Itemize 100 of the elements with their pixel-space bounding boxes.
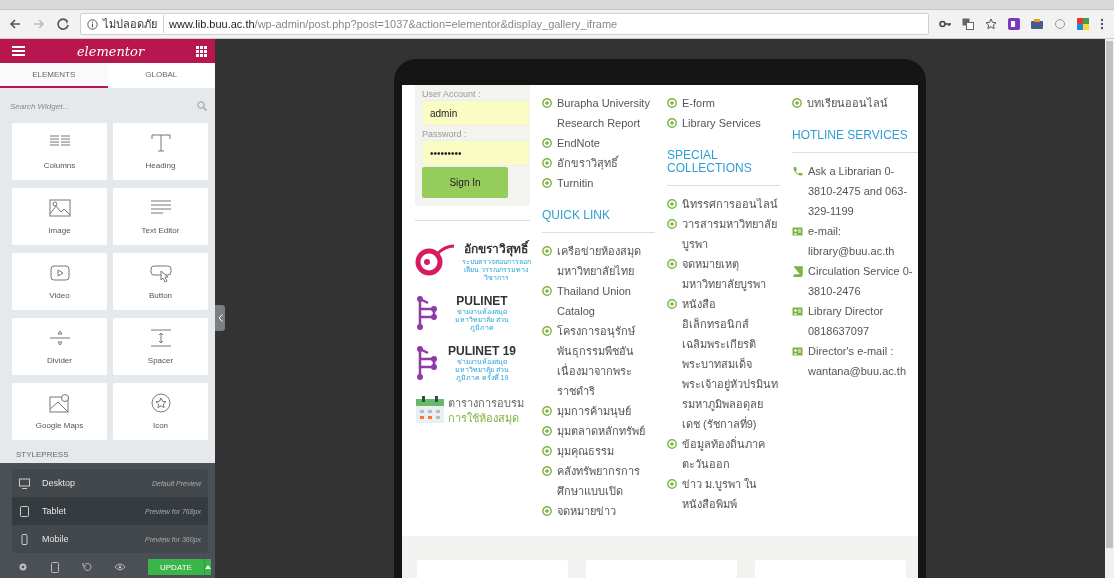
bullet-icon xyxy=(667,299,677,309)
device-label: Mobile xyxy=(42,534,70,544)
bullet-icon xyxy=(542,246,552,256)
menu-icon[interactable] xyxy=(12,46,25,56)
search-field[interactable]: Search Widget... xyxy=(10,101,197,111)
bullet-icon xyxy=(542,506,552,516)
panel-tab[interactable]: ELEMENTS xyxy=(0,63,108,88)
divider-icon xyxy=(48,328,71,348)
bullet-icon xyxy=(667,259,677,269)
link[interactable]: เครือข่ายห้องสมุดมหาวิทยาลัยไทย xyxy=(557,241,655,281)
link[interactable]: หนังสืออิเล็กทรอนิกส์เฉลิมพระเกียรติพระบาทสมเด็จพระเจ้าอยู่หัวปรมินทรมหาภูมิพลอดุลยเดช (รัชกาลที่9) xyxy=(682,294,780,434)
widget-tile[interactable]: Video xyxy=(12,253,107,310)
pointer-button-icon xyxy=(149,263,172,283)
link[interactable]: ข้อมูลท้องถิ่นภาคตะวันออก xyxy=(682,434,780,474)
history-icon[interactable] xyxy=(82,562,92,572)
link[interactable]: E-form xyxy=(682,93,780,113)
bullet-icon xyxy=(667,479,677,489)
back-icon[interactable] xyxy=(8,17,22,31)
link[interactable]: มุมการค้ามนุษย์ xyxy=(557,401,655,421)
link[interactable]: วารสารมหาวิทยาลัยบูรพา xyxy=(682,214,780,254)
widget-tile[interactable]: Text Editor xyxy=(113,188,208,245)
star-icon[interactable] xyxy=(985,18,997,30)
calendar-icon[interactable] xyxy=(415,395,445,424)
widget-tile[interactable]: Image xyxy=(12,188,107,245)
bullet-icon xyxy=(542,426,552,436)
bullet-icon xyxy=(792,98,802,108)
link[interactable]: อักขราวิสุทธิ์ xyxy=(557,153,655,173)
bullet-icon xyxy=(542,406,552,416)
contact-text: Director's e-mail : wantana@buu.ac.th xyxy=(808,344,907,379)
caret-up-icon xyxy=(204,565,211,569)
extension-icon[interactable] xyxy=(1031,18,1043,30)
link[interactable]: Thailand Union Catalog xyxy=(557,281,655,321)
bullet-icon xyxy=(667,219,677,229)
link[interactable]: บทเรียนออนไลน์ xyxy=(807,93,918,113)
bullet-icon xyxy=(667,199,677,209)
phone-icon xyxy=(792,166,803,177)
device-label: Tablet xyxy=(42,506,68,516)
link[interactable]: ข่าว ม.บูรพา ในหนังสือพิมพ์ xyxy=(682,474,780,514)
username-field[interactable]: admin xyxy=(422,100,530,126)
key-icon[interactable] xyxy=(939,18,951,30)
badge-title[interactable]: PULINET xyxy=(456,294,508,308)
spacer-icon xyxy=(149,328,172,348)
contact-card-icon xyxy=(792,306,803,317)
reload-icon[interactable] xyxy=(56,17,70,31)
url-text: www.lib.buu.ac.th/wp-admin/post.php?post=1037&action=elementor&display_gallery_iframe xyxy=(169,18,618,30)
link[interactable]: Burapha University Research Report xyxy=(557,93,655,133)
link[interactable]: Library Services xyxy=(682,113,780,133)
section-heading: SPECIAL COLLECTIONS xyxy=(667,149,753,175)
link[interactable]: จดหมายข่าว xyxy=(557,501,655,521)
panel-toggle[interactable] xyxy=(215,305,225,331)
contact-card-icon xyxy=(792,346,803,357)
translate-icon[interactable] xyxy=(962,18,974,30)
menu-icon[interactable] xyxy=(1100,18,1104,30)
link[interactable]: โครงการอนุรักษ์พันธุกรรมพืชอันเนื่องมาจากพระราชดำริ xyxy=(557,321,655,401)
field-label: User Account : xyxy=(422,89,482,99)
password-field[interactable]: ••••••••• xyxy=(422,140,530,166)
widget-tile[interactable]: Columns xyxy=(12,123,107,180)
widget-label: Heading xyxy=(145,161,176,170)
widget-tile[interactable]: Divider xyxy=(12,318,107,375)
badge-subtitle: การใช้ห้องสมุด xyxy=(448,412,519,425)
bullet-icon xyxy=(667,439,677,449)
monitor-icon xyxy=(19,477,30,489)
link[interactable]: Turnitin xyxy=(557,173,655,193)
field-label: Password : xyxy=(422,129,468,139)
contact-card-icon xyxy=(792,226,803,237)
extension-icon[interactable] xyxy=(1077,18,1089,30)
play-icon xyxy=(48,263,71,283)
widget-tile[interactable]: Heading xyxy=(113,123,208,180)
badge-title[interactable]: ตารางการอบรม xyxy=(448,394,524,412)
bullet-icon xyxy=(542,158,552,168)
badge-title[interactable]: PULINET 19 xyxy=(448,344,516,358)
swirl-logo-icon[interactable] xyxy=(415,243,455,278)
link[interactable]: คลังทรัพยากรการศึกษาแบบเปิด xyxy=(557,461,655,501)
contact-text: Circulation Service 0-3810-2476 xyxy=(808,264,914,299)
widget-tile[interactable]: Google Maps xyxy=(12,383,107,440)
contact-text: e-mail: library@buu.ac.th xyxy=(808,224,896,259)
widget-tile[interactable]: Spacer xyxy=(113,318,208,375)
link[interactable]: จดหมายเหตุมหาวิทยาลัยบูรพา xyxy=(682,254,780,294)
sign-in-button[interactable]: Sign In xyxy=(422,167,508,198)
tablet-icon[interactable] xyxy=(50,561,60,573)
widget-tile[interactable]: Button xyxy=(113,253,208,310)
scrollbar-thumb[interactable] xyxy=(1106,41,1113,548)
link[interactable]: มุมคุณธรรม xyxy=(557,441,655,461)
settings-icon[interactable] xyxy=(18,562,28,572)
book-icon xyxy=(792,266,803,277)
badge-title[interactable]: อักขราวิสุทธิ์ xyxy=(464,239,528,258)
image-icon xyxy=(48,198,71,218)
link[interactable]: EndNote xyxy=(557,133,655,153)
bullet-icon xyxy=(542,178,552,188)
security-label: ไม่ปลอดภัย xyxy=(103,15,164,33)
link[interactable]: มุมตลาดหลักทรัพย์ xyxy=(557,421,655,441)
widget-tile[interactable]: Icon xyxy=(113,383,208,440)
address-field[interactable]: ไม่ปลอดภัย www.lib.buu.ac.th/wp-admin/post.php?post=1037&action=elementor&display_gallery_iframe xyxy=(80,13,929,35)
scrollbar[interactable] xyxy=(1105,39,1114,578)
star-circle-icon xyxy=(149,393,172,413)
publish-options-button[interactable] xyxy=(203,559,211,575)
eye-icon[interactable] xyxy=(114,563,126,571)
link[interactable]: นิทรรศการออนไลน์ xyxy=(682,194,780,214)
apps-grid-icon[interactable] xyxy=(196,45,207,57)
extension-icon[interactable] xyxy=(1008,18,1020,30)
